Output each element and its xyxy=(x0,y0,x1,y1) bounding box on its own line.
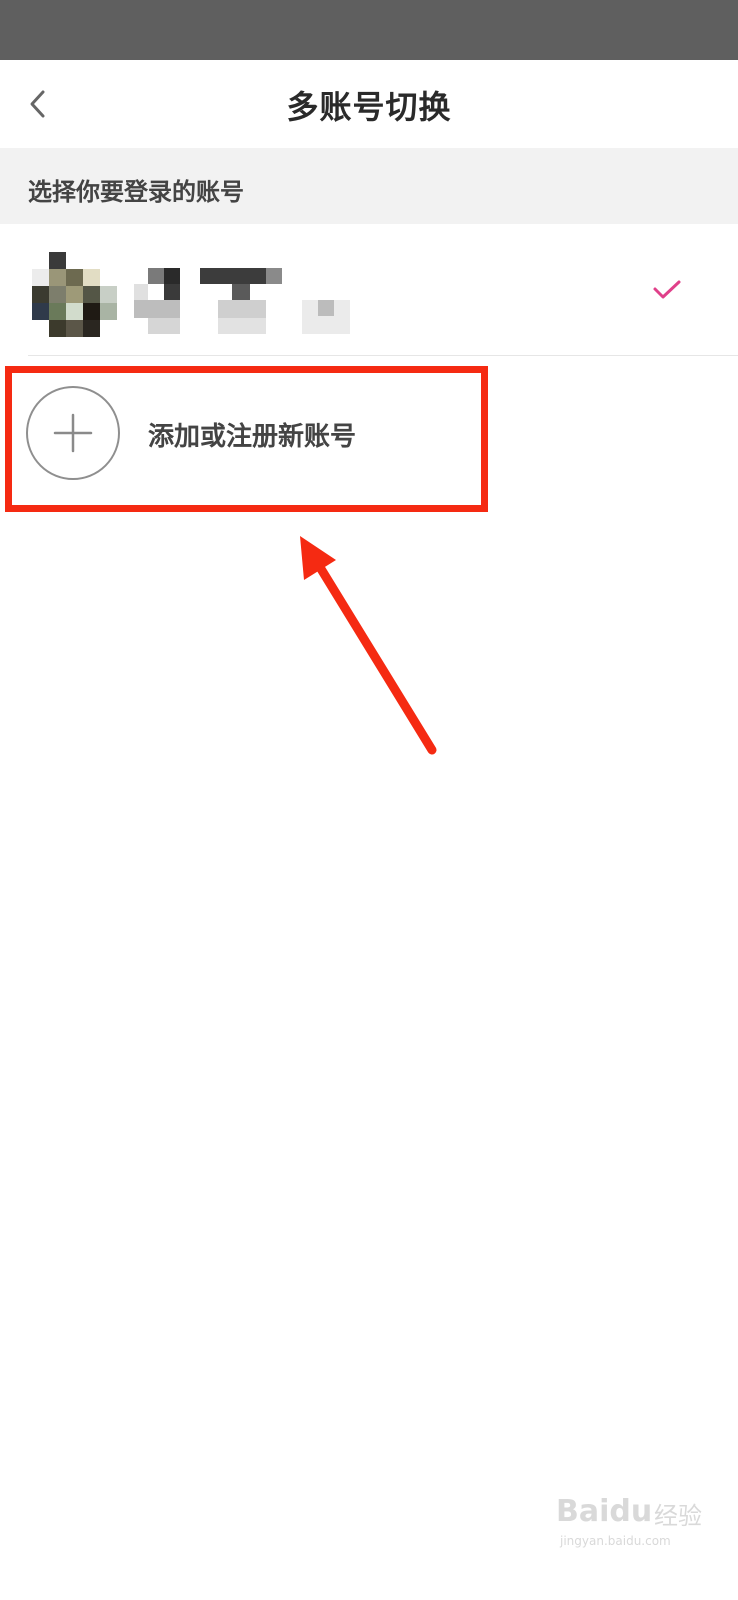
watermark-url: jingyan.baidu.com xyxy=(560,1534,671,1548)
add-account-label: 添加或注册新账号 xyxy=(148,422,357,452)
add-account-button[interactable]: 添加或注册新账号 xyxy=(0,372,738,500)
plus-icon xyxy=(26,386,120,480)
checkmark-icon xyxy=(653,280,681,299)
navigation-bar: 多账号切换 xyxy=(0,60,738,148)
account-name xyxy=(134,268,354,338)
avatar xyxy=(32,252,117,337)
section-header: 选择你要登录的账号 xyxy=(0,148,738,224)
account-row[interactable] xyxy=(0,224,738,356)
status-bar xyxy=(0,0,738,60)
page-title: 多账号切换 xyxy=(286,88,452,126)
watermark-brand: Baidu xyxy=(556,1494,653,1529)
section-label: 选择你要登录的账号 xyxy=(28,178,244,206)
watermark-suffix: 经验 xyxy=(654,1502,702,1530)
annotation-arrow-icon xyxy=(300,536,437,755)
watermark: Baidu 经验 jingyan.baidu.com xyxy=(556,1486,726,1556)
